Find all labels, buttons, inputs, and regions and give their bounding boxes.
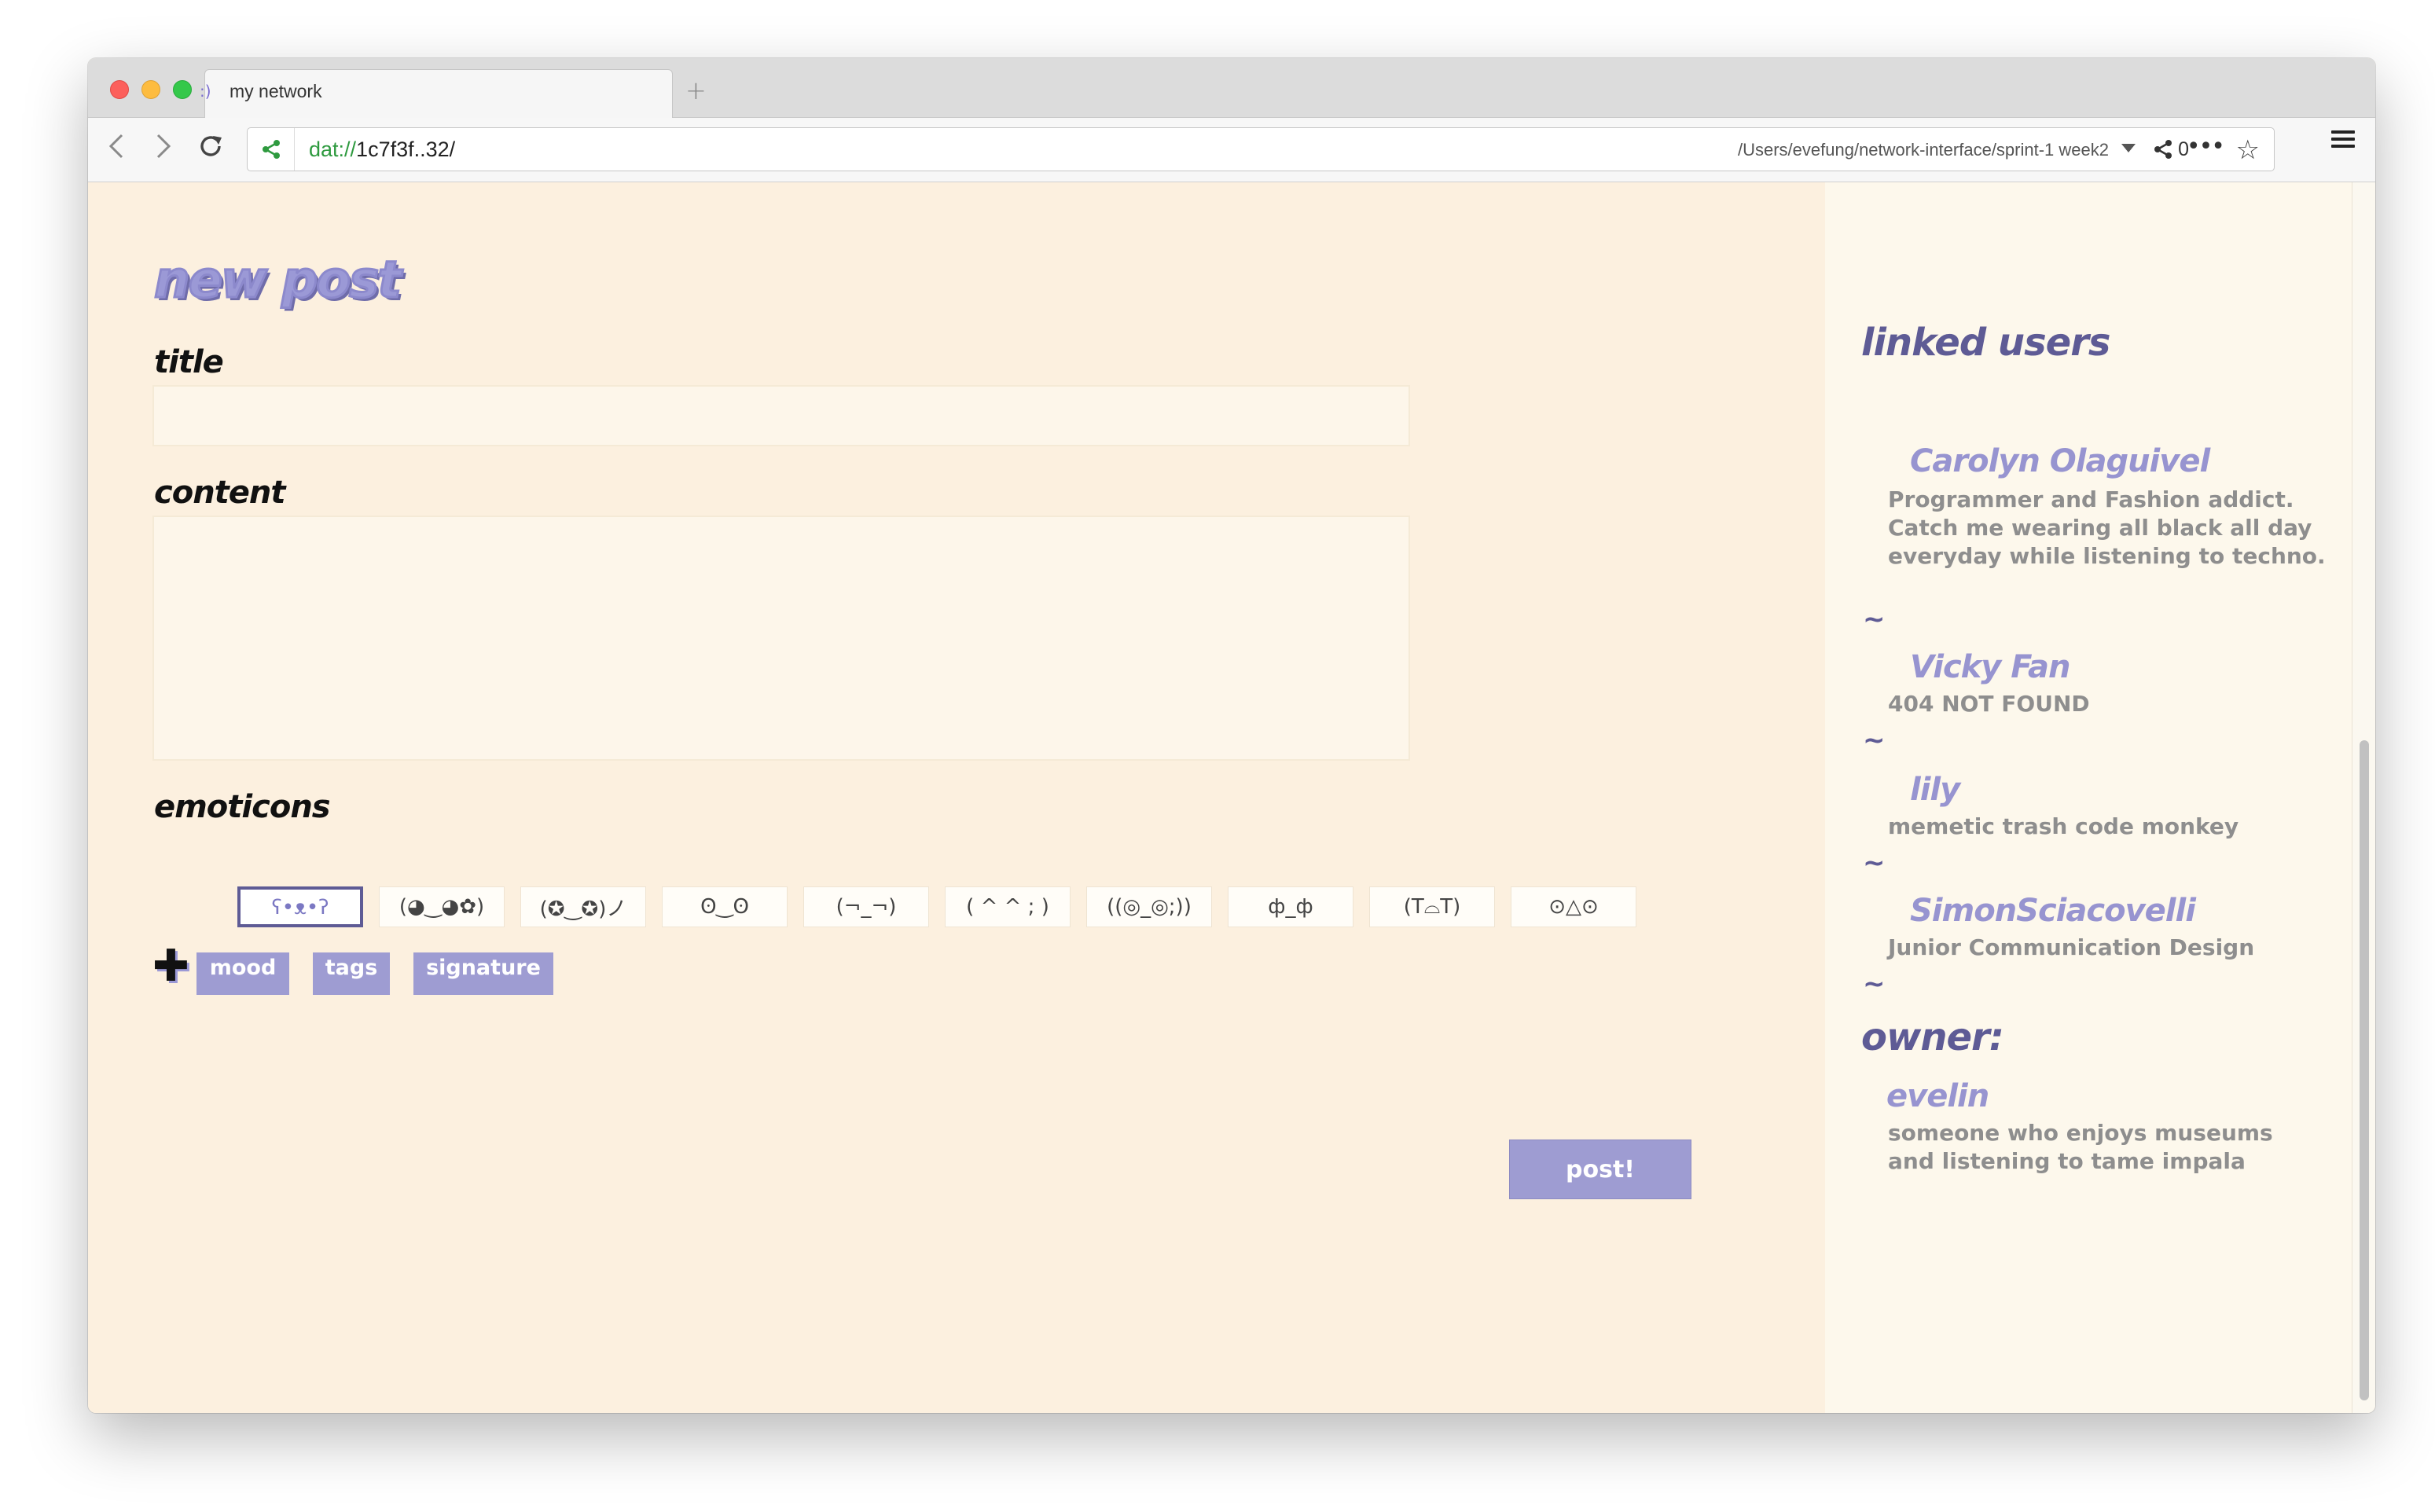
url-host: 1c7f3f..32/	[356, 138, 456, 161]
post-button[interactable]: post!	[1509, 1140, 1691, 1199]
emoticon-option[interactable]: ф_ф	[1228, 886, 1353, 927]
emoticon-option[interactable]: (◕‿◕✿)	[379, 886, 505, 927]
emoticon-option[interactable]: (✪‿✪)ノ	[520, 886, 646, 927]
close-window-button[interactable]	[110, 80, 129, 99]
hamburger-menu-icon[interactable]	[2331, 130, 2355, 148]
peers-icon[interactable]	[2154, 140, 2172, 159]
forward-button[interactable]	[146, 129, 181, 163]
linked-user-name[interactable]: SimonSciacovelli	[1910, 893, 2196, 929]
new-tab-button[interactable]: +	[685, 75, 707, 105]
emoticon-option[interactable]: (¬_¬)	[803, 886, 929, 927]
linked-user-bio: memetic trash code monkey	[1888, 813, 2239, 839]
back-arrow-icon	[108, 134, 123, 159]
chevron-down-icon[interactable]	[2121, 144, 2136, 152]
linked-user-name[interactable]: lily	[1910, 772, 1960, 808]
tab-favicon-icon: :)	[200, 82, 211, 101]
tab-strip: :) my network +	[88, 58, 2375, 118]
share-button[interactable]	[248, 128, 295, 171]
minimize-window-button[interactable]	[141, 80, 160, 99]
emoticon-option[interactable]: ((◎_◎;))	[1086, 886, 1212, 927]
url-scheme: dat://	[309, 138, 357, 161]
owner-name[interactable]: evelin	[1886, 1078, 1989, 1114]
emoticon-option[interactable]: ( ^ ^ ; )	[945, 886, 1071, 927]
folder-path[interactable]: /Users/evefung/network-interface/sprint-…	[1738, 140, 2109, 160]
title-label: title	[154, 344, 224, 380]
separator: ~	[1863, 604, 1886, 635]
page-title: new post	[153, 251, 403, 311]
linked-user-bio: Programmer and Fashion addict. Catch me …	[1888, 486, 2326, 569]
content-label: content	[154, 475, 286, 511]
sidebar	[1825, 182, 2352, 1413]
browser-window: :) my network + dat://1c7f3f..32/ /Users…	[88, 58, 2375, 1413]
reload-button[interactable]	[193, 129, 228, 163]
separator: ~	[1863, 725, 1886, 756]
mood-button[interactable]: mood	[196, 952, 289, 995]
bookmark-star-icon[interactable]: ☆	[2236, 134, 2260, 166]
new-post-panel: new post title content emoticons ʕ•ᴥ•ʔ (…	[88, 182, 1825, 1413]
separator: ~	[1863, 968, 1886, 1000]
linked-user-name[interactable]: Carolyn Olaguivel	[1910, 443, 2210, 479]
back-button[interactable]	[99, 129, 134, 163]
separator: ~	[1863, 847, 1886, 879]
maximize-window-button[interactable]	[173, 80, 192, 99]
linked-user-bio: 404 NOT FOUND	[1888, 691, 2090, 717]
add-plus-icon[interactable]: ✚	[152, 945, 189, 989]
emoticons-label: emoticons	[154, 789, 331, 825]
emoticon-option[interactable]: ⊙△⊙	[1511, 886, 1636, 927]
emoticon-option-bear[interactable]: ʕ•ᴥ•ʔ	[237, 886, 363, 927]
owner-bio: someone who enjoys museums and listening…	[1888, 1120, 2273, 1174]
reload-icon	[200, 136, 222, 156]
content-textarea[interactable]	[152, 516, 1410, 761]
more-icon[interactable]: •••	[2187, 133, 2225, 160]
page-content: new post title content emoticons ʕ•ᴥ•ʔ (…	[88, 182, 2375, 1413]
title-input[interactable]	[152, 385, 1410, 446]
browser-toolbar: dat://1c7f3f..32/ /Users/evefung/network…	[88, 118, 2375, 182]
scrollbar-thumb[interactable]	[2360, 740, 2369, 1400]
share-icon	[262, 140, 280, 159]
tags-button[interactable]: tags	[313, 952, 390, 995]
forward-arrow-icon	[156, 134, 171, 159]
linked-users-heading: linked users	[1861, 321, 2110, 365]
url-text[interactable]: dat://1c7f3f..32/	[309, 138, 455, 162]
linked-user-name[interactable]: Vicky Fan	[1910, 649, 2070, 685]
owner-heading: owner:	[1861, 1015, 2004, 1059]
emoticon-option[interactable]: (T⌓T)	[1369, 886, 1495, 927]
signature-button[interactable]: signature	[413, 952, 553, 995]
tab-title: my network	[230, 81, 322, 101]
emoticon-option[interactable]: ʘ‿ʘ	[662, 886, 788, 927]
url-bar[interactable]: dat://1c7f3f..32/ /Users/evefung/network…	[247, 127, 2275, 171]
linked-user-bio: Junior Communication Design	[1888, 934, 2255, 960]
